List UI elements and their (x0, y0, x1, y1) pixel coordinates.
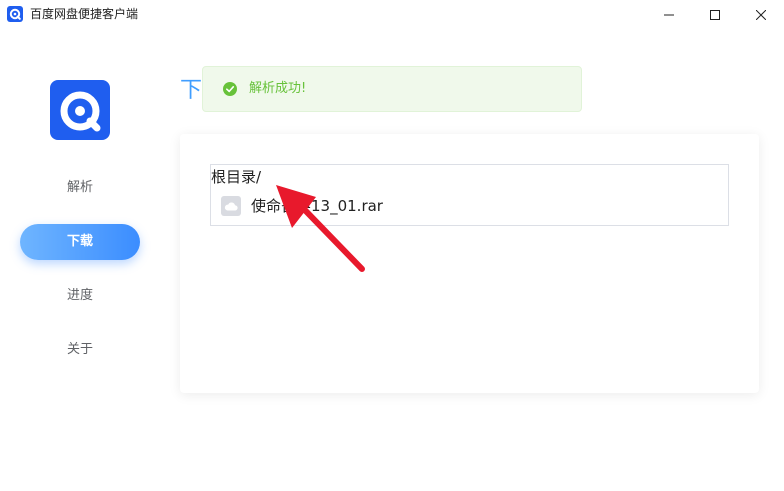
app-icon (7, 6, 23, 22)
sidebar-item-progress[interactable]: 进度 (20, 278, 140, 314)
baidu-netdisk-logo-icon (60, 91, 101, 132)
success-toast: 解析成功! (202, 66, 582, 112)
sidebar-item-download[interactable]: 下载 (20, 224, 140, 260)
cloud-file-icon (221, 196, 241, 216)
title-bar: 百度网盘便捷客户端 (0, 0, 784, 30)
file-item[interactable]: 使命召唤13_01.rar (221, 195, 383, 217)
download-card: 根目录/ 使命召唤13_01.rar (180, 134, 759, 393)
maximize-icon (710, 10, 720, 20)
success-check-icon (223, 82, 237, 96)
page-title: 下 (180, 78, 203, 103)
close-button[interactable] (738, 0, 784, 30)
file-name: 使命召唤13_01.rar (251, 197, 383, 215)
toast-message: 解析成功! (249, 81, 307, 96)
minimize-button[interactable] (646, 0, 692, 30)
tree-root-label[interactable]: 根目录/ (211, 167, 261, 187)
maximize-button[interactable] (692, 0, 738, 30)
app-logo (50, 80, 110, 140)
minimize-icon (664, 14, 674, 16)
sidebar-item-parse[interactable]: 解析 (20, 170, 140, 206)
sidebar-item-about[interactable]: 关于 (20, 332, 140, 368)
file-tree: 根目录/ 使命召唤13_01.rar (210, 164, 729, 226)
window-title: 百度网盘便捷客户端 (30, 7, 139, 21)
close-icon (756, 10, 766, 20)
